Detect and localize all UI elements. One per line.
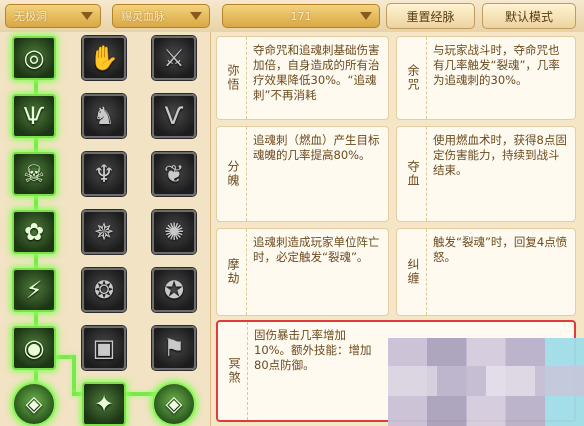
school-dropdown-value: 赐灵血脉 xyxy=(121,10,165,23)
meridian-name: 弥悟 xyxy=(221,37,247,119)
level-dropdown-value: 171 xyxy=(290,9,312,23)
claw-skill-icon[interactable]: ⚔ xyxy=(152,36,196,80)
ghost-skill-icon[interactable]: ✵ xyxy=(82,210,126,254)
eye-skill-icon[interactable]: ◉ xyxy=(12,326,56,370)
demon-skill-icon[interactable]: ♆ xyxy=(82,152,126,196)
meridian-card[interactable]: 纠缠 触发“裂魂”时，回复4点愤怒。 xyxy=(396,228,576,316)
banner-skill-icon[interactable]: ⚑ xyxy=(152,326,196,370)
skull-skill-icon[interactable]: ☠ xyxy=(12,152,56,196)
meridian-effect-text: 与玩家战斗时，夺命咒也有几率触发“裂魂”，几率为追魂刺的30%。 xyxy=(433,43,560,87)
spirit-skill-icon[interactable]: ❂ xyxy=(82,268,126,312)
meridian-name: 摩劫 xyxy=(221,229,247,315)
vortex-skill-icon[interactable]: ✪ xyxy=(152,268,196,312)
swirl-skill-icon[interactable]: ✺ xyxy=(152,210,196,254)
meridian-name: 分魄 xyxy=(221,127,247,221)
meridian-effect-text: 追魂刺造成玩家单位阵亡时，必定触发“裂魂”。 xyxy=(253,235,380,264)
chevron-down-icon xyxy=(81,12,93,20)
fang-skill-icon[interactable]: Ѱ xyxy=(12,94,56,138)
meridian-effect-text: 使用燃血术时，获得8点固定伤害能力，持续到战斗结束。 xyxy=(433,133,567,177)
root-node-right-icon[interactable]: ◈ xyxy=(152,382,196,426)
meridian-card[interactable]: 余咒 与玩家战斗时，夺命咒也有几率触发“裂魂”，几率为追魂刺的30%。 xyxy=(396,36,576,120)
meridian-name: 冥煞 xyxy=(222,322,248,420)
skill-link-line xyxy=(72,355,76,395)
meridian-card[interactable]: 分魄 追魂刺（燃血）产生目标魂魄的几率提高80%。 xyxy=(216,126,389,222)
reset-meridian-button[interactable]: 重置经脉 xyxy=(386,3,475,29)
rune-skill-icon[interactable]: ▣ xyxy=(82,326,126,370)
meridian-effect-text: 夺命咒和追魂刺基础伤害加倍，自身造成的所有治疗效果降低30%。“追魂刺”不再消耗 xyxy=(253,43,380,102)
meridian-effect-text: 固伤暴击几率增加10%。额外技能：增加80点防御。 xyxy=(254,328,372,372)
meridian-name: 余咒 xyxy=(401,37,427,119)
beast-skill-icon[interactable]: ♞ xyxy=(82,94,126,138)
meridian-card[interactable]: 弥悟 夺命咒和追魂刺基础伤害加倍，自身造成的所有治疗效果降低30%。“追魂刺”不… xyxy=(216,36,389,120)
chevron-down-icon xyxy=(190,12,202,20)
meridian-name: 纠缠 xyxy=(401,229,427,315)
top-toolbar: 无极洞 赐灵血脉 171 重置经脉 默认模式 xyxy=(0,0,584,32)
root-node-left-icon[interactable]: ◈ xyxy=(12,382,56,426)
horn-skill-icon[interactable]: Ѵ xyxy=(152,94,196,138)
meridian-effect-text: 追魂刺（燃血）产生目标魂魄的几率提高80%。 xyxy=(253,133,380,162)
wing-skill-icon[interactable]: ❦ xyxy=(152,152,196,196)
blade-skill-icon[interactable]: ⚡ xyxy=(12,268,56,312)
meridian-name: 夺血 xyxy=(401,127,427,221)
pixelated-overlay xyxy=(388,366,584,396)
meridian-effect-text: 触发“裂魂”时，回复4点愤怒。 xyxy=(433,235,568,264)
level-dropdown[interactable]: 171 xyxy=(222,4,380,28)
spiral-skill-icon[interactable]: ◎ xyxy=(12,36,56,80)
default-mode-button[interactable]: 默认模式 xyxy=(482,3,576,29)
chevron-down-icon xyxy=(360,12,372,20)
meridian-card[interactable]: 夺血 使用燃血术时，获得8点固定伤害能力，持续到战斗结束。 xyxy=(396,126,576,222)
root-node-center-icon[interactable]: ✦ xyxy=(82,382,126,426)
flower-skill-icon[interactable]: ✿ xyxy=(12,210,56,254)
hand-skill-icon[interactable]: ✋ xyxy=(82,36,126,80)
sect-dropdown-value: 无极洞 xyxy=(14,10,47,23)
meridian-card[interactable]: 摩劫 追魂刺造成玩家单位阵亡时，必定触发“裂魂”。 xyxy=(216,228,389,316)
school-dropdown[interactable]: 赐灵血脉 xyxy=(112,4,210,28)
sect-dropdown[interactable]: 无极洞 xyxy=(5,4,101,28)
